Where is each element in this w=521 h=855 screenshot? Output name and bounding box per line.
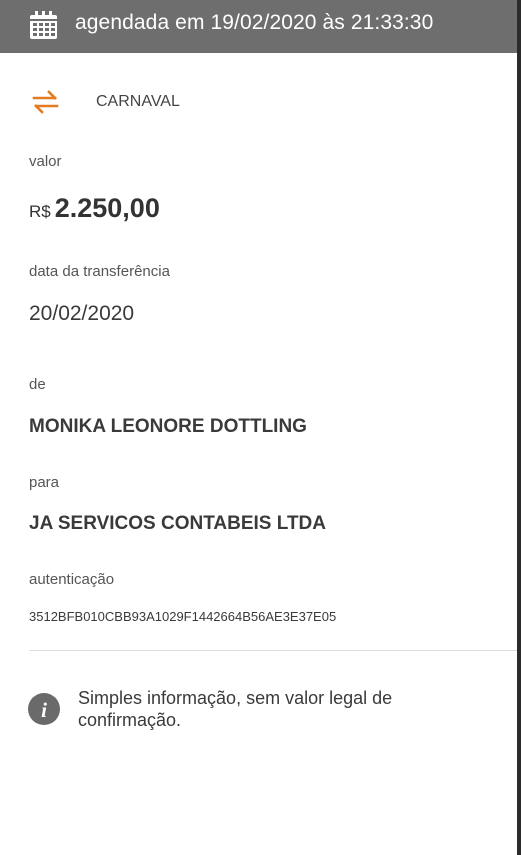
header-title: agendada em 19/02/2020 às 21:33:30 [75,11,434,34]
authentication-label: autenticação [29,571,115,588]
value-label: valor [29,153,62,170]
currency-symbol: R$ [29,202,51,221]
transfer-arrows-icon [32,90,59,114]
to-name: JA SERVICOS CONTABEIS LTDA [29,513,326,534]
divider [29,650,517,651]
category-label: CARNAVAL [96,93,180,110]
screen-edge [517,0,521,855]
authentication-code: 3512BFB010CBB93A1029F1442664B56AE3E37E05 [29,609,337,624]
from-name: MONIKA LEONORE DOTTLING [29,416,307,437]
from-label: de [29,376,46,393]
to-label: para [29,474,60,491]
value-amount: R$ 2.250,00 [29,193,160,224]
schedule-header: agendada em 19/02/2020 às 21:33:30 [0,0,517,53]
amount-value: 2.250,00 [54,193,160,223]
calendar-icon [30,11,57,39]
transfer-date-label: data da transferência [29,263,170,280]
transfer-date-value: 20/02/2020 [29,302,135,325]
info-icon: i [28,693,60,725]
notice-text: Simples informação, sem valor legal de c… [78,688,393,730]
